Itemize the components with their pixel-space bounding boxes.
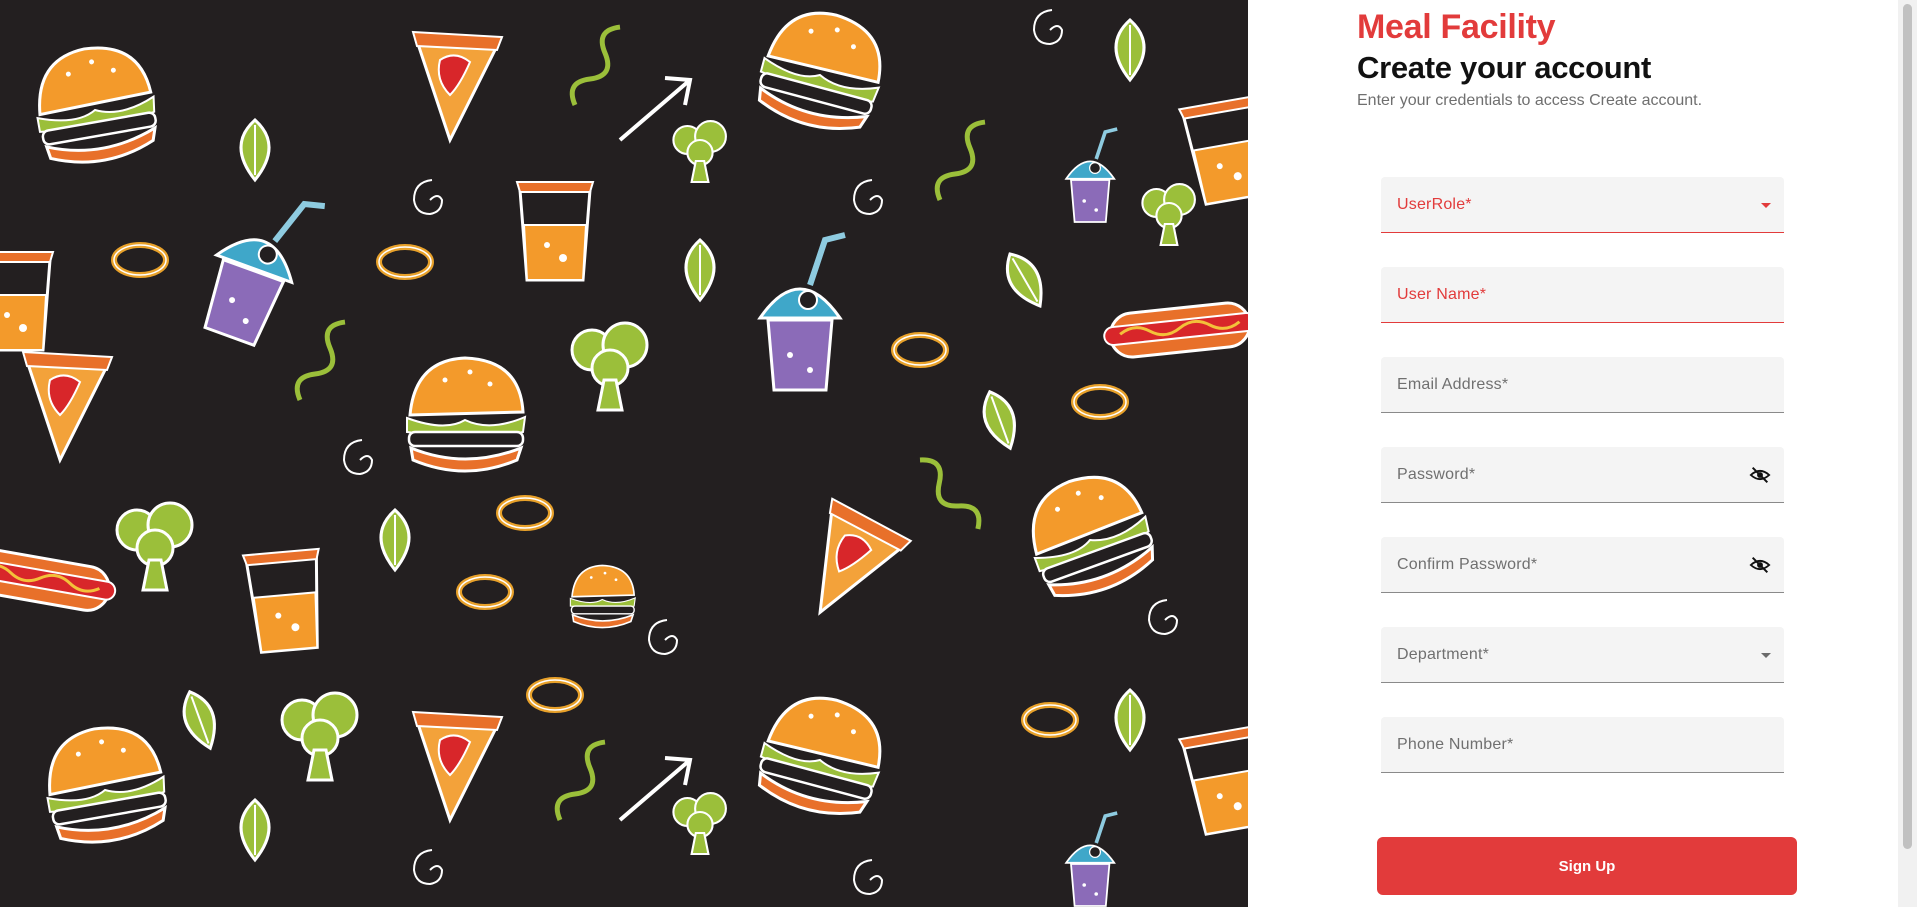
chevron-down-icon xyxy=(1761,203,1771,208)
user-role-select[interactable]: UserRole* xyxy=(1381,177,1784,233)
brand-name: Meal Facility xyxy=(1357,8,1556,46)
user-name-label: User Name* xyxy=(1397,286,1487,303)
eye-off-icon[interactable] xyxy=(1748,554,1772,576)
department-label: Department* xyxy=(1397,646,1490,663)
food-doodle-pattern-icon xyxy=(0,0,1248,907)
page-title: Create your account xyxy=(1357,50,1652,85)
page-scrollbar[interactable] xyxy=(1898,0,1917,907)
sign-up-button[interactable]: Sign Up xyxy=(1377,837,1797,895)
page-subtitle: Enter your credentials to access Create … xyxy=(1357,92,1703,109)
password-field[interactable]: Password* xyxy=(1381,447,1784,503)
confirm-password-field[interactable]: Confirm Password* xyxy=(1381,537,1784,593)
department-select[interactable]: Department* xyxy=(1381,627,1784,683)
phone-number-field[interactable]: Phone Number* xyxy=(1381,717,1784,773)
email-field[interactable]: Email Address* xyxy=(1381,357,1784,413)
scrollbar-thumb[interactable] xyxy=(1903,4,1912,849)
phone-number-label: Phone Number* xyxy=(1397,736,1514,753)
chevron-down-icon xyxy=(1761,653,1771,658)
user-name-field[interactable]: User Name* xyxy=(1381,267,1784,323)
signup-page: Meal Facility Create your account Enter … xyxy=(0,0,1917,907)
confirm-password-label: Confirm Password* xyxy=(1397,556,1538,573)
user-role-label: UserRole* xyxy=(1397,196,1472,213)
password-label: Password* xyxy=(1397,466,1476,483)
food-pattern-illustration xyxy=(0,0,1248,907)
email-label: Email Address* xyxy=(1397,376,1509,393)
eye-off-icon[interactable] xyxy=(1748,464,1772,486)
